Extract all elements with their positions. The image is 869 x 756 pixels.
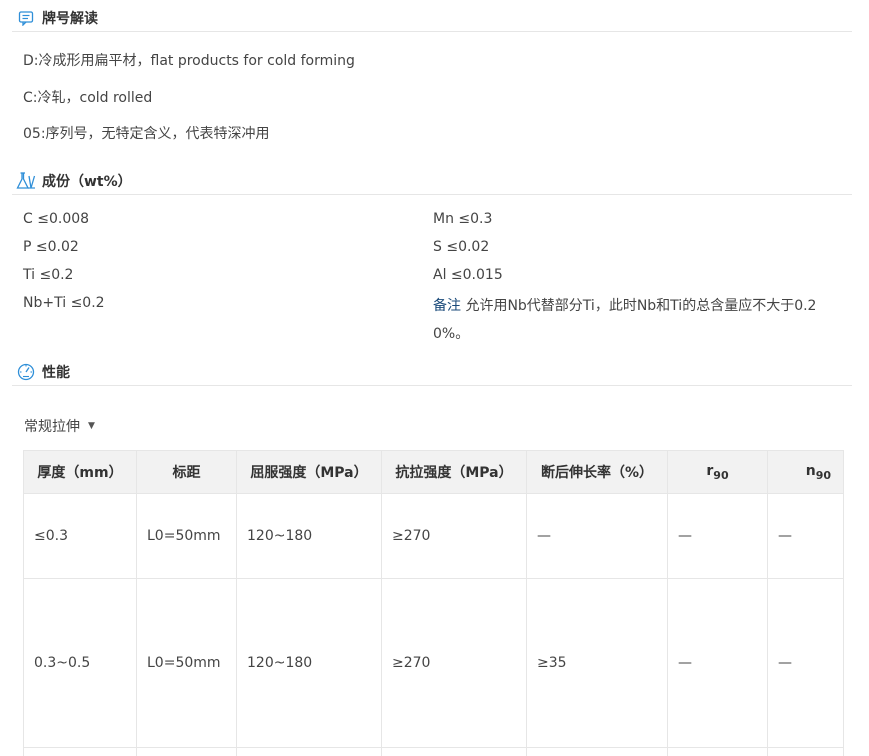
table-cell: —: [667, 578, 768, 748]
column-header: 抗拉强度（MPa）: [381, 450, 527, 494]
test-type-dropdown[interactable]: 常规拉伸 ▼: [24, 416, 95, 436]
performance-section-header: 性能: [12, 359, 852, 386]
table-cell: L0=50mm: [136, 493, 237, 579]
table-cell: ≤0.3: [23, 493, 137, 579]
composition-section-header: 成份（wt%）: [12, 168, 852, 195]
element-symbol: S: [433, 239, 442, 255]
column-header: 标距: [136, 450, 237, 494]
column-header-n90: n90: [767, 450, 844, 494]
designation-line: 05:序列号，无特定含义，代表特深冲用: [23, 126, 270, 142]
table-row: 0.3~0.5 L0=50mm 120~180 ≥270 ≥35 — —: [23, 578, 844, 748]
element-value: ≤0.02: [446, 239, 490, 255]
table-cell: —: [526, 493, 668, 579]
composition-item: Mn ≤0.3: [433, 211, 492, 227]
column-header: 屈服强度（MPa）: [236, 450, 382, 494]
table-cell: [236, 747, 382, 756]
composition-item: P ≤0.02: [23, 239, 79, 255]
composition-item: C ≤0.008: [23, 211, 89, 227]
table-cell: [136, 747, 237, 756]
element-symbol: Al: [433, 267, 447, 283]
element-value: ≤0.2: [39, 267, 74, 283]
element-value: ≤0.02: [35, 239, 79, 255]
composition-item: S ≤0.02: [433, 239, 489, 255]
composition-item: Al ≤0.015: [433, 267, 503, 283]
table-row: ≤0.3 L0=50mm 120~180 ≥270 — — —: [23, 493, 844, 579]
table-cell: L0=50mm: [136, 578, 237, 748]
element-symbol: C: [23, 211, 33, 227]
table-cell: —: [767, 493, 844, 579]
composition-note: 备注 允许用Nb代替部分Ti，此时Nb和Ti的总含量应不大于0.20%。: [433, 292, 833, 348]
element-value: ≤0.008: [37, 211, 90, 227]
note-text: 允许用Nb代替部分Ti，此时Nb和Ti的总含量应不大于0.20%。: [433, 298, 817, 342]
page: 牌号解读 D:冷成形用扁平材，flat products for cold fo…: [0, 0, 869, 756]
note-label: 备注: [433, 298, 461, 314]
table-cell: [381, 747, 527, 756]
section-title: 性能: [42, 365, 70, 381]
flask-icon: [16, 171, 36, 191]
composition-item: Ti ≤0.2: [23, 267, 73, 283]
gauge-icon: [16, 362, 36, 382]
performance-table: 厚度（mm） 标距 屈服强度（MPa） 抗拉强度（MPa） 断后伸长率（%） r…: [23, 450, 844, 756]
designation-section-header: 牌号解读: [12, 5, 852, 32]
table-cell: ≥35: [526, 578, 668, 748]
table-cell: 120~180: [236, 578, 382, 748]
dropdown-label: 常规拉伸: [24, 419, 80, 435]
column-header: 厚度（mm）: [23, 450, 137, 494]
element-symbol: Mn: [433, 211, 454, 227]
table-cell: [667, 747, 768, 756]
table-cell: 120~180: [236, 493, 382, 579]
message-icon: [16, 8, 36, 28]
table-header-row: 厚度（mm） 标距 屈服强度（MPa） 抗拉强度（MPa） 断后伸长率（%） r…: [23, 450, 844, 494]
table-cell: [526, 747, 668, 756]
table-cell: —: [667, 493, 768, 579]
element-symbol: P: [23, 239, 32, 255]
table-cell: —: [767, 578, 844, 748]
composition-item: Nb+Ti ≤0.2: [23, 295, 105, 311]
caret-down-icon: ▼: [88, 421, 95, 431]
column-header: 断后伸长率（%）: [526, 450, 668, 494]
element-symbol: Nb+Ti: [23, 295, 67, 311]
element-value: ≤0.015: [450, 267, 503, 283]
table-cell: ≥270: [381, 493, 527, 579]
table-cell: [767, 747, 844, 756]
element-value: ≤0.2: [70, 295, 105, 311]
table-row: [23, 747, 844, 756]
section-title: 成份（wt%）: [42, 174, 132, 190]
designation-line: D:冷成形用扁平材，flat products for cold forming: [23, 53, 355, 69]
element-value: ≤0.3: [458, 211, 493, 227]
column-header-r90: r90: [667, 450, 768, 494]
section-title: 牌号解读: [42, 11, 98, 27]
designation-line: C:冷轧，cold rolled: [23, 90, 153, 106]
element-symbol: Ti: [23, 267, 36, 283]
table-cell: ≥270: [381, 578, 527, 748]
table-cell: [23, 747, 137, 756]
table-cell: 0.3~0.5: [23, 578, 137, 748]
